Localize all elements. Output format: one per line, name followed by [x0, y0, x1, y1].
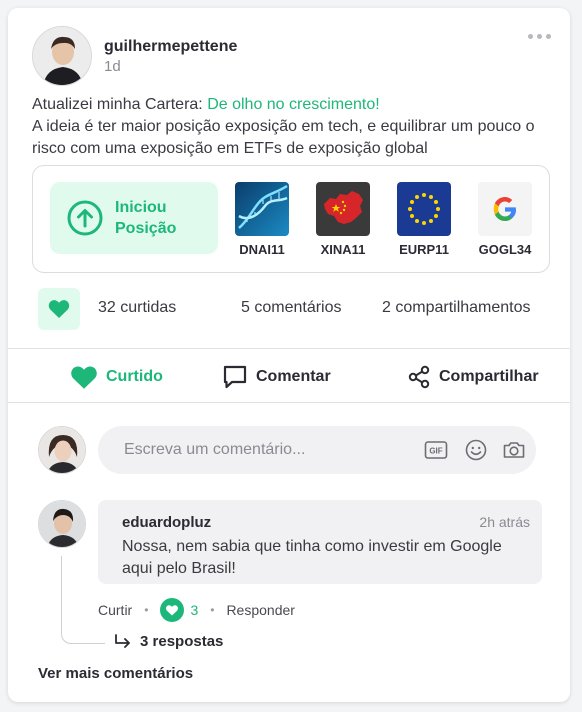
post-time: 1d — [104, 58, 121, 75]
comment-text: Nossa, nem sabia que tinha como investir… — [122, 538, 502, 577]
separator-dot: • — [210, 603, 215, 617]
comment-composer: GIF — [38, 426, 538, 474]
speech-bubble-icon — [223, 365, 247, 389]
reply-arrow-icon — [115, 633, 130, 648]
likes-count[interactable]: 32 curtidas — [98, 299, 176, 317]
asset-gogl34[interactable]: GOGL34 — [477, 182, 533, 257]
asset-ticker: XINA11 — [320, 242, 366, 257]
asset-ticker: DNAI11 — [239, 242, 285, 257]
author-username[interactable]: guilhermepettene — [104, 38, 237, 56]
engagement-stats: 32 curtidas 5 comentários 2 compartilham… — [38, 288, 548, 330]
like-button[interactable]: Curtido — [70, 351, 163, 403]
comment-actions: Curtir • 3 • Responder — [98, 596, 295, 624]
current-user-avatar — [38, 426, 86, 474]
comment-like-button[interactable]: Curtir — [98, 602, 132, 618]
comment-bubble: eduardopluz 2h atrás Nossa, nem sabia qu… — [98, 500, 542, 584]
emoji-icon[interactable] — [464, 438, 488, 462]
view-more-comments-link[interactable]: Ver mais comentários — [38, 665, 193, 682]
camera-icon[interactable] — [502, 438, 526, 462]
portfolio-update-box[interactable]: Iniciou Posição DNAI11 XINA11 EURP11 GOG… — [32, 165, 550, 273]
post-text-prefix: Atualizei minha Cartera: — [32, 96, 208, 113]
comment-button[interactable]: Comentar — [222, 351, 331, 403]
position-status-label: Iniciou Posição — [115, 197, 176, 239]
position-status-chip: Iniciou Posição — [50, 182, 218, 254]
heart-icon — [48, 300, 70, 318]
asset-eurp11[interactable]: EURP11 — [396, 182, 452, 257]
share-button-label: Compartilhar — [439, 368, 539, 385]
dna-icon — [235, 182, 289, 236]
gif-icon[interactable]: GIF — [424, 438, 448, 462]
commenter-avatar[interactable] — [38, 500, 86, 548]
google-logo-icon — [478, 182, 532, 236]
position-status-line2: Posição — [115, 220, 177, 237]
post-text: Atualizei minha Cartera: De olho no cres… — [32, 94, 552, 160]
post-actions: Curtido Comentar Compartilhar — [8, 351, 570, 403]
portfolio-link[interactable]: De olho no crescimento! — [207, 96, 380, 113]
author-avatar[interactable] — [32, 26, 92, 86]
view-replies-button[interactable]: 3 respostas — [114, 633, 223, 650]
asset-ticker: GOGL34 — [478, 242, 532, 257]
svg-text:GIF: GIF — [429, 447, 442, 456]
share-button[interactable]: Compartilhar — [407, 351, 539, 403]
china-map-icon — [316, 182, 370, 236]
comment-reply-button[interactable]: Responder — [226, 602, 295, 618]
divider — [8, 348, 570, 349]
heart-badge — [38, 288, 80, 330]
post-text-body: A ideia é ter maior posição exposição em… — [32, 118, 535, 157]
more-options-icon[interactable] — [526, 28, 552, 44]
comment-button-label: Comentar — [256, 368, 331, 385]
divider — [8, 402, 570, 403]
comment-like-count[interactable]: 3 — [160, 598, 198, 622]
like-button-label: Curtido — [106, 368, 163, 385]
asset-dnai11[interactable]: DNAI11 — [234, 182, 290, 257]
asset-xina11[interactable]: XINA11 — [315, 182, 371, 257]
shares-count[interactable]: 2 compartilhamentos — [382, 299, 531, 317]
heart-circle-icon — [160, 598, 185, 622]
separator-dot: • — [144, 603, 149, 617]
post-header: guilhermepettene 1d — [32, 26, 554, 86]
commenter-username[interactable]: eduardopluz — [122, 514, 211, 531]
eu-flag-icon — [397, 182, 451, 236]
comment-time: 2h atrás — [479, 514, 530, 530]
view-replies-label: 3 respostas — [140, 633, 224, 650]
arrow-up-circle-icon — [67, 200, 103, 236]
comments-count[interactable]: 5 comentários — [241, 299, 342, 317]
heart-icon — [71, 365, 97, 389]
asset-ticker: EURP11 — [399, 242, 449, 257]
comment-like-number: 3 — [190, 602, 199, 618]
post-card: guilhermepettene 1d Atualizei minha Cart… — [8, 8, 570, 702]
share-icon — [408, 365, 430, 389]
position-status-line1: Iniciou — [115, 199, 167, 216]
